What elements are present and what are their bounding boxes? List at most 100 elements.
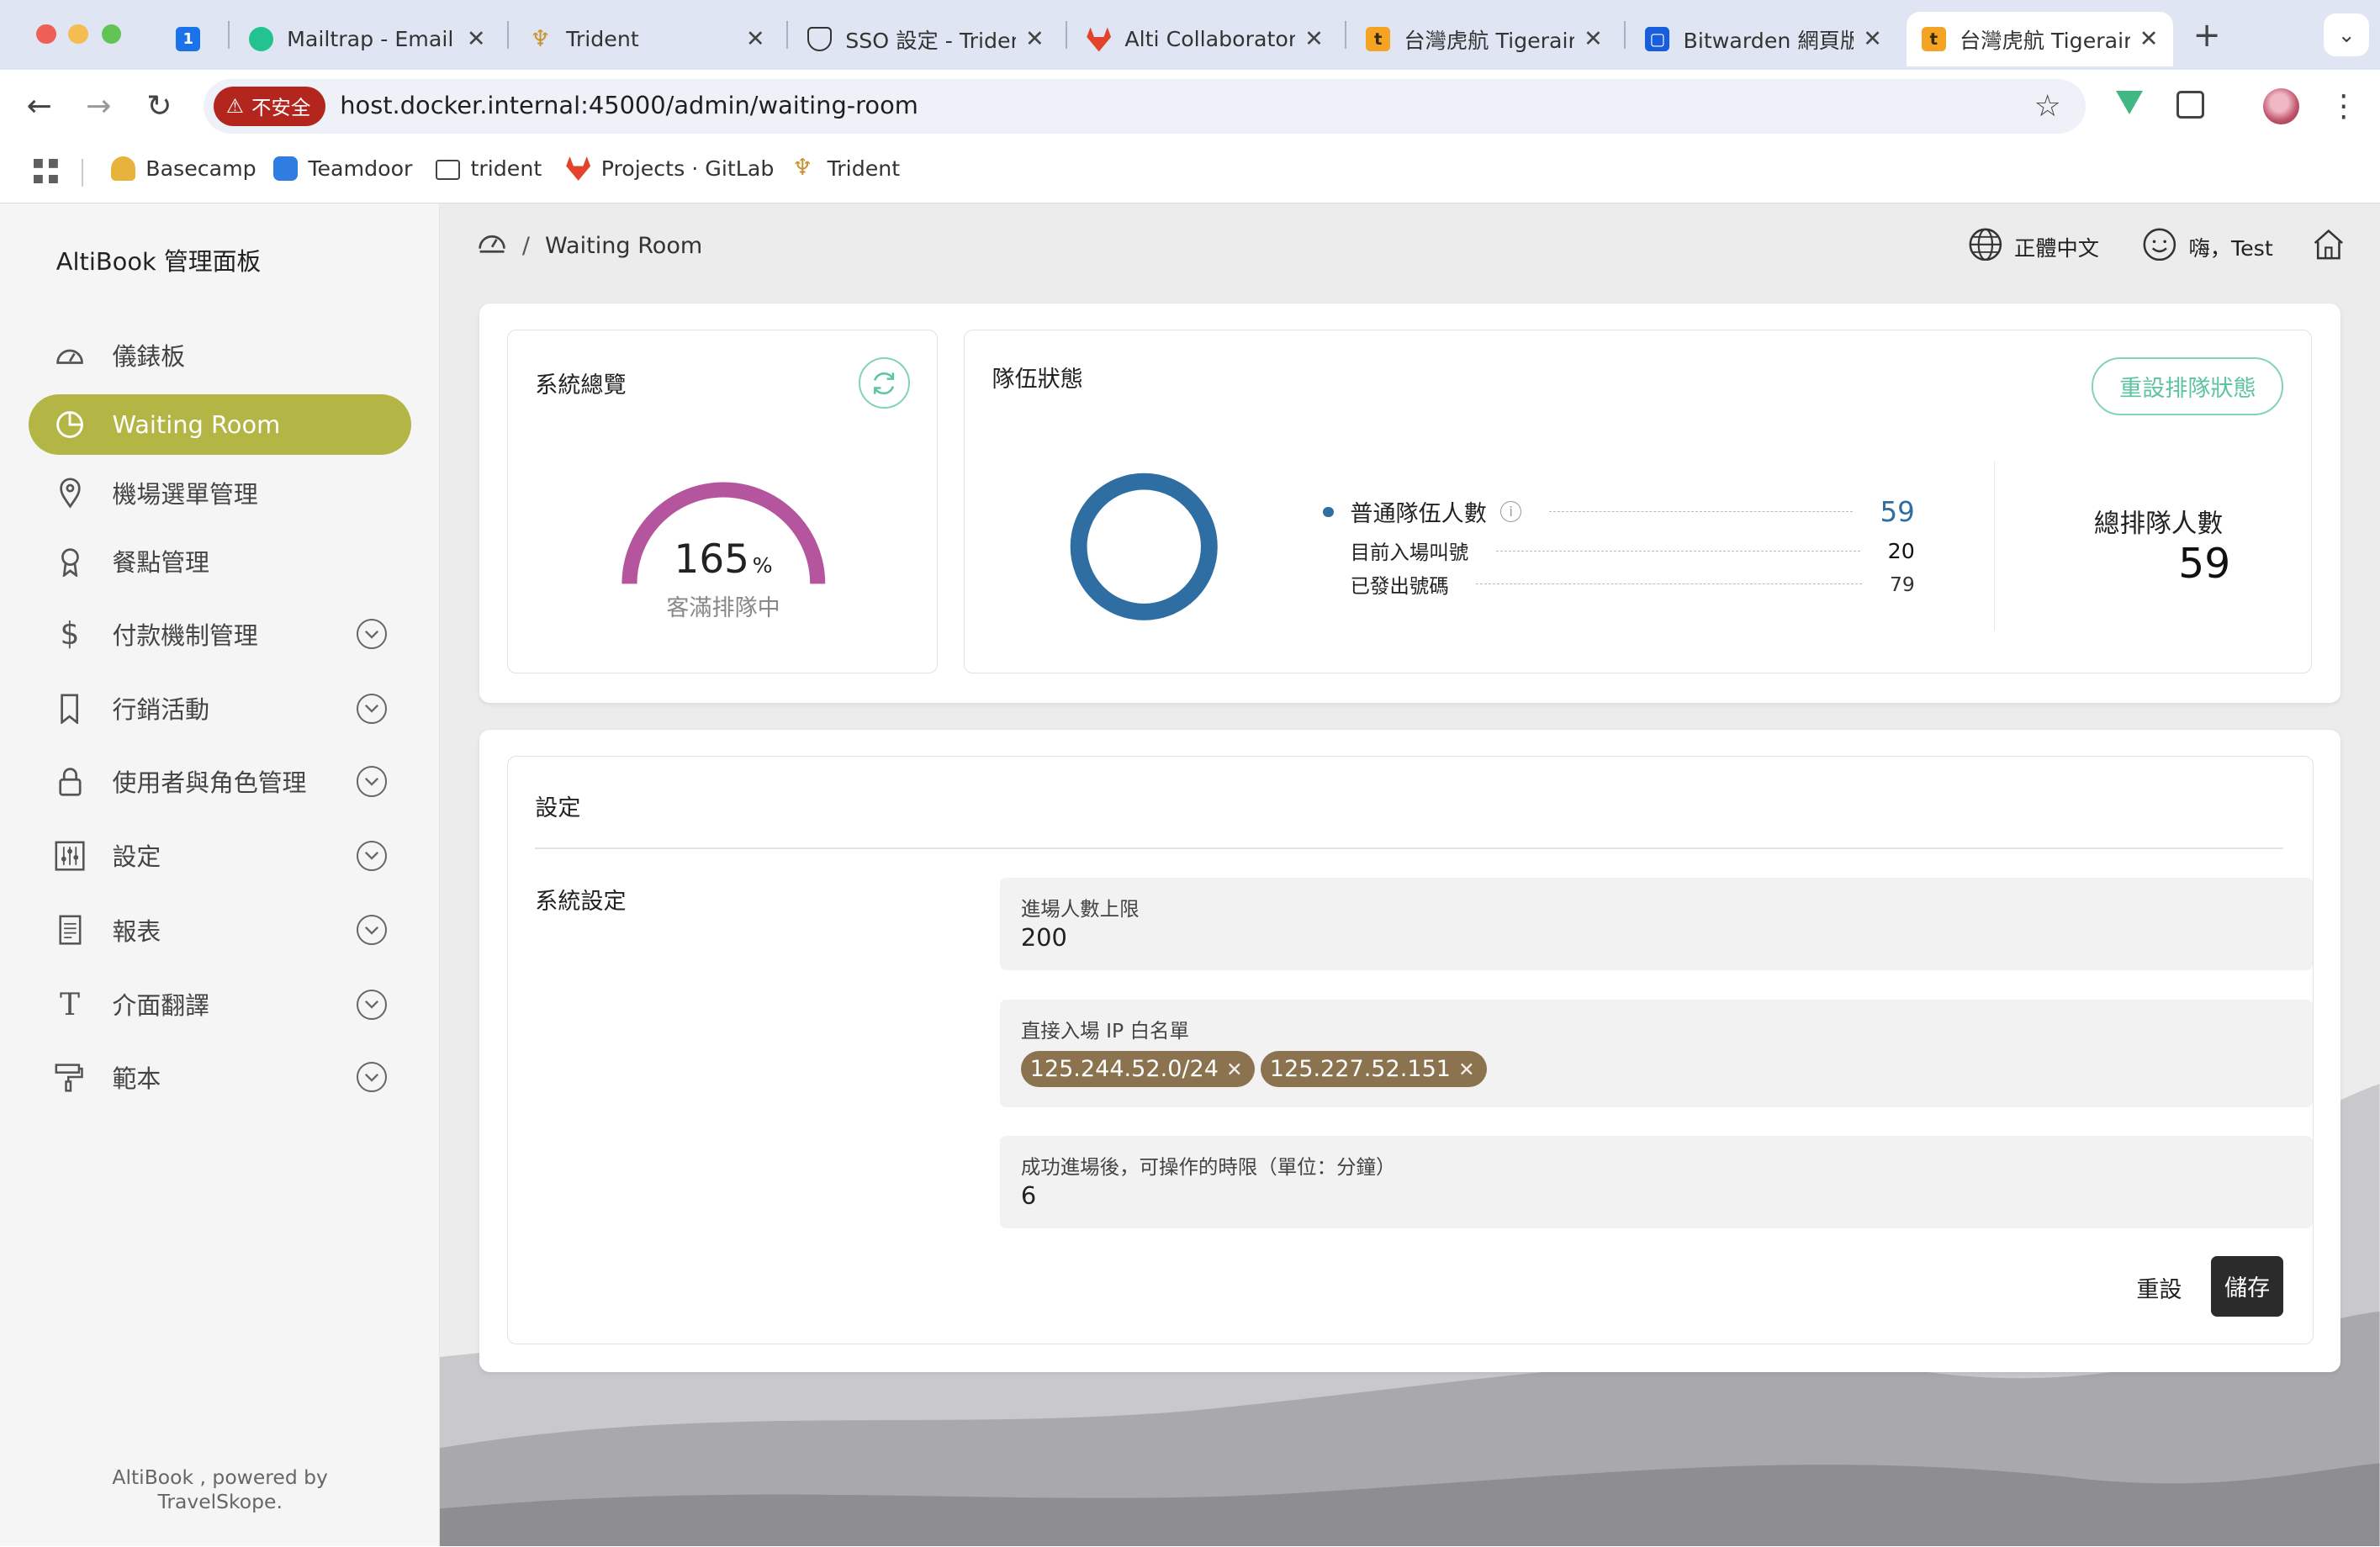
sidebar-item-marketing[interactable]: 行銷活動 xyxy=(29,678,411,739)
globe-icon xyxy=(1969,228,2002,267)
sidebar-item-reports[interactable]: 報表 xyxy=(29,900,411,960)
bookmark-trident[interactable]: ♆ Trident xyxy=(792,156,900,181)
teamdoor-icon xyxy=(272,156,298,181)
text-icon: T xyxy=(59,986,81,1022)
time-limit-input[interactable]: 6 xyxy=(1021,1181,1036,1210)
chevron-down-icon[interactable] xyxy=(357,766,388,797)
tab-tigerair-active[interactable]: t 台灣虎航 Tigerair ✕ xyxy=(1906,12,2174,67)
system-settings-label: 系統設定 xyxy=(535,888,627,915)
sidebar-item-payment[interactable]: $ 付款機制管理 xyxy=(29,604,411,664)
chevron-down-icon[interactable] xyxy=(357,840,388,871)
avatar[interactable] xyxy=(2262,87,2300,124)
home-icon[interactable] xyxy=(2312,228,2346,261)
remove-chip-icon[interactable]: ✕ xyxy=(1226,1058,1243,1081)
save-button[interactable]: 儲存 xyxy=(2210,1255,2284,1317)
extensions-icon[interactable] xyxy=(2176,91,2204,119)
warning-icon: ⚠ xyxy=(225,94,244,119)
sidebar-item-translation[interactable]: T 介面翻譯 xyxy=(29,974,411,1035)
bookmarks-bar: Basecamp Teamdoor trident Projects · Git… xyxy=(0,142,2380,203)
language-switcher[interactable]: 正體中文 xyxy=(1969,228,2099,267)
user-menu[interactable]: 嗨，Test xyxy=(2143,228,2273,267)
panel-divider xyxy=(1993,460,1996,631)
chevron-down-icon[interactable] xyxy=(357,989,388,1020)
reload-icon[interactable]: ↻ xyxy=(138,85,181,128)
tab-calendar[interactable]: 1 xyxy=(161,12,227,66)
bookmark-star-icon[interactable]: ☆ xyxy=(2034,88,2061,124)
sidebar-item-settings[interactable]: 設定 xyxy=(29,826,411,886)
regular-queue-value: 59 xyxy=(1880,495,1915,528)
sidebar-item-dashboard[interactable]: 儀錶板 xyxy=(29,325,411,385)
bookmark-teamdoor[interactable]: Teamdoor xyxy=(272,156,412,181)
queue-status-panel: 隊伍狀態 重設排隊狀態 普通隊伍人數 i 59 目前入場叫號 20 已發出號碼 … xyxy=(964,329,2312,674)
gauge-status: 客滿排隊中 xyxy=(666,595,780,622)
tab-alti-collaborator[interactable]: Alti Collaborator ✕ xyxy=(1071,12,1339,66)
reset-button[interactable]: 重設 xyxy=(2136,1271,2182,1304)
breadcrumb: / Waiting Room xyxy=(477,230,703,261)
close-tab-icon[interactable]: ✕ xyxy=(2139,26,2159,52)
sidebar-item-templates[interactable]: 範本 xyxy=(29,1047,411,1107)
chevron-down-icon[interactable] xyxy=(357,619,388,650)
close-tab-icon[interactable]: ✕ xyxy=(1025,26,1045,52)
close-tab-icon[interactable]: ✕ xyxy=(746,26,765,52)
more-menu-icon[interactable]: ⋮ xyxy=(2322,85,2365,128)
forward-icon[interactable]: → xyxy=(77,85,120,128)
bookmark-gitlab[interactable]: Projects · GitLab xyxy=(566,156,774,181)
reset-queue-button[interactable]: 重設排隊狀態 xyxy=(2092,357,2284,415)
tab-mailtrap[interactable]: Mailtrap - Email Delivery ✕ xyxy=(234,12,501,66)
sidebar-item-waiting-room[interactable]: Waiting Room xyxy=(29,394,412,456)
dashboard-icon[interactable] xyxy=(477,230,507,261)
refresh-icon[interactable] xyxy=(858,357,911,409)
maximize-window-button[interactable] xyxy=(101,24,122,45)
report-icon xyxy=(55,915,85,945)
remove-chip-icon[interactable]: ✕ xyxy=(1458,1058,1475,1081)
browser-tab-strip: 1 Mailtrap - Email Delivery ✕ ♆ Trident … xyxy=(0,0,2380,71)
legend-current-call: 目前入場叫號 20 xyxy=(1350,538,1915,565)
settings-card: 設定 系統設定 進場人數上限 200 直接入場 IP 白名單 125.244.5… xyxy=(479,730,2340,1372)
legend-dot xyxy=(1322,506,1334,518)
top-bar: / Waiting Room 正體中文 嗨，Test xyxy=(440,203,2380,292)
chevron-down-icon[interactable] xyxy=(357,1062,388,1093)
ip-whitelist-field[interactable]: 直接入場 IP 白名單 125.244.52.0/24 ✕ 125.227.52.… xyxy=(999,999,2313,1107)
new-tab-button[interactable]: + xyxy=(2186,13,2229,56)
back-icon[interactable]: ← xyxy=(19,85,61,128)
sidebar-item-meals[interactable]: 餐點管理 xyxy=(29,531,411,592)
close-window-button[interactable] xyxy=(36,24,56,45)
info-icon[interactable]: i xyxy=(1500,501,1522,523)
bookmark-trident-folder[interactable]: trident xyxy=(435,156,542,181)
gauge-value: 165% xyxy=(674,536,773,583)
tab-sso[interactable]: SSO 設定 - Trident ✕ xyxy=(792,12,1060,66)
settings-divider xyxy=(535,847,2284,849)
legend-regular-queue: 普通隊伍人數 i 59 xyxy=(1322,495,1915,528)
queue-title: 隊伍狀態 xyxy=(992,366,1083,393)
tab-tigerair-1[interactable]: t 台灣虎航 Tigerair ✕ xyxy=(1351,12,1618,66)
sliders-icon xyxy=(55,841,85,871)
ip-chip[interactable]: 125.227.52.151 ✕ xyxy=(1260,1050,1488,1088)
tab-search-button[interactable]: ⌄ xyxy=(2324,13,2370,56)
tab-bitwarden[interactable]: ▢ Bitwarden 網頁版 ✕ xyxy=(1630,12,1897,66)
close-tab-icon[interactable]: ✕ xyxy=(1304,26,1324,52)
sidebar-item-airport-menu[interactable]: 機場選單管理 xyxy=(29,462,411,523)
max-entry-field[interactable]: 進場人數上限 200 xyxy=(999,878,2313,971)
apps-grid-icon[interactable] xyxy=(33,159,58,184)
close-tab-icon[interactable]: ✕ xyxy=(1863,26,1882,52)
ip-whitelist-label: 直接入場 IP 白名單 xyxy=(1020,1018,1189,1043)
award-icon xyxy=(55,546,85,577)
max-entry-input[interactable]: 200 xyxy=(1021,923,1067,952)
address-bar[interactable]: ⚠ 不安全 host.docker.internal:45000/admin/w… xyxy=(203,78,2086,134)
breadcrumb-current: Waiting Room xyxy=(545,232,703,259)
smile-icon xyxy=(2143,228,2176,267)
time-limit-field[interactable]: 成功進場後，可操作的時限（單位：分鐘） 6 xyxy=(999,1135,2313,1229)
system-overview-panel: 系統總覽 165% 客滿排隊中 xyxy=(506,329,939,674)
chevron-down-icon[interactable] xyxy=(357,693,388,724)
tab-trident[interactable]: ♆ Trident ✕ xyxy=(513,12,780,66)
close-tab-icon[interactable]: ✕ xyxy=(467,26,486,52)
close-tab-icon[interactable]: ✕ xyxy=(1584,26,1603,52)
sidebar-item-users-roles[interactable]: 使用者與角色管理 xyxy=(29,751,411,811)
minimize-window-button[interactable] xyxy=(68,24,88,45)
insecure-badge[interactable]: ⚠ 不安全 xyxy=(214,86,326,126)
vue-devtools-icon[interactable] xyxy=(2115,91,2143,114)
bookmark-basecamp[interactable]: Basecamp xyxy=(110,156,257,181)
url-text[interactable]: host.docker.internal:45000/admin/waiting… xyxy=(340,91,918,119)
chevron-down-icon[interactable] xyxy=(357,915,388,946)
ip-chip[interactable]: 125.244.52.0/24 ✕ xyxy=(1020,1050,1256,1088)
